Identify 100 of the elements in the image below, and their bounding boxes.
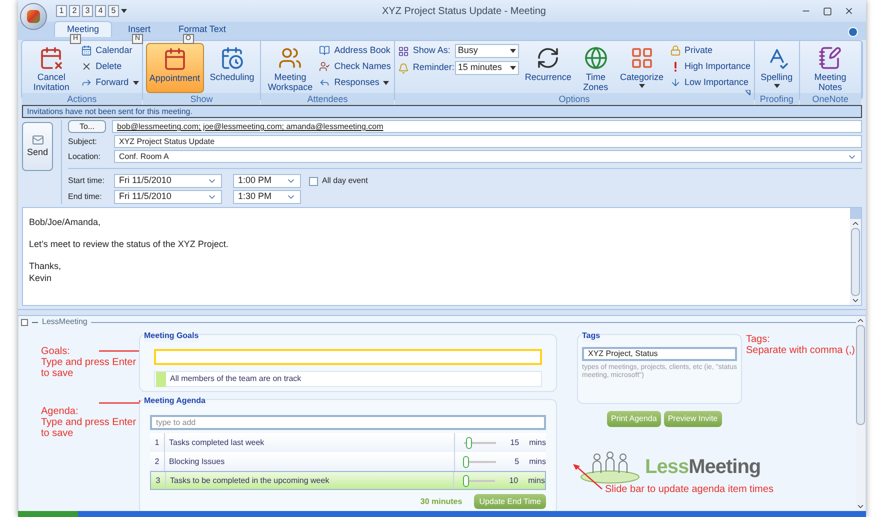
ribbon-button[interactable]: Meeting Workspace [264, 43, 316, 93]
agenda-row[interactable]: 1 Tasks completed last week 15 mins [150, 433, 546, 452]
ribbon-button[interactable]: Scheduling [206, 43, 258, 93]
quick-access-button[interactable]: 4 [95, 5, 106, 17]
info-bar: Invitations have not been sent for this meeting. [22, 105, 862, 118]
field-label: End time: [68, 191, 103, 203]
field-label: Start time: [68, 175, 106, 187]
ribbon-button[interactable]: Responses [319, 75, 391, 90]
tags-field[interactable]: XYZ Project, Status [582, 347, 737, 361]
ribbon-button[interactable]: Address Book [319, 43, 391, 58]
close-icon[interactable] [844, 6, 854, 16]
reply-icon [319, 77, 330, 88]
window-title: XYZ Project Status Update - Meeting [381, 4, 547, 18]
annotation-text: Type and press Enter to save [41, 357, 138, 379]
to-button[interactable]: To... [68, 120, 106, 133]
field-label: Subject: [68, 136, 98, 148]
calendar-x-icon [39, 46, 64, 70]
dropdown[interactable]: 1:00 PM [233, 174, 301, 188]
caret-icon [638, 84, 645, 88]
help-icon[interactable] [848, 27, 858, 37]
select-label: Show As: [412, 44, 451, 58]
select-label: Reminder: [412, 61, 451, 74]
group-label: Attendees [261, 93, 394, 105]
ribbon-button[interactable]: Cancel Invitation [25, 43, 78, 93]
restore-icon[interactable] [823, 6, 832, 16]
dropdown[interactable]: Busy [454, 44, 519, 58]
body-text: Thanks, [29, 260, 62, 272]
ribbon-button[interactable]: Private [670, 43, 751, 58]
bell-icon [398, 62, 409, 74]
caret-icon [121, 9, 127, 13]
checkbox-label: All day event [322, 175, 368, 187]
duration: 10 [508, 474, 518, 486]
lock-icon [670, 45, 681, 56]
calendar-icon [80, 45, 92, 56]
scrollbar[interactable] [850, 208, 861, 305]
group-label: Show [142, 93, 260, 105]
dropdown[interactable]: Fri 11/5/2010 [114, 174, 222, 188]
checkbox[interactable] [309, 176, 318, 186]
show-as-icon [398, 46, 409, 56]
goal-marker [156, 372, 166, 386]
ribbon-button[interactable]: Categorize [617, 43, 667, 93]
quick-access-button[interactable]: 3 [82, 5, 93, 17]
ribbon-button[interactable]: Forward [80, 75, 139, 90]
duration: 15 [509, 436, 520, 448]
duration-unit: mins [529, 456, 546, 468]
agenda-row[interactable]: 3 Tasks to be completed in the upcoming week 10 mins [150, 471, 546, 490]
duration-unit: mins [529, 436, 546, 448]
field-label: Location: [68, 150, 102, 162]
section-title: Meeting Agenda [144, 395, 206, 407]
caret-icon [510, 49, 516, 53]
goal-input[interactable] [154, 349, 542, 365]
annotation-title: Goals: [41, 346, 70, 357]
annotation-text: Slide bar to update agenda item times [605, 483, 774, 497]
scroll-up-icon[interactable] [856, 316, 865, 325]
caret-icon [774, 84, 780, 88]
pane-toggle-icon[interactable] [850, 208, 861, 219]
agenda-text: Tasks to be completed in the upcoming week [165, 472, 453, 489]
row-number: 2 [154, 456, 160, 468]
ribbon-button[interactable]: High Importance [670, 59, 751, 74]
ribbon-button[interactable]: Appointment [146, 43, 204, 93]
scroll-down-icon[interactable] [851, 296, 860, 305]
scrollbar[interactable] [856, 316, 865, 511]
book-icon [319, 45, 330, 56]
agenda-input[interactable]: type to add [150, 415, 546, 430]
ribbon-button[interactable]: Meeting Notes [802, 43, 858, 93]
people-icon [278, 46, 302, 70]
scroll-up-icon[interactable] [851, 219, 860, 228]
quick-access-button[interactable]: 5 [108, 5, 119, 17]
text-field[interactable]: XYZ Project Status Update [114, 135, 862, 148]
dropdown[interactable]: 1:30 PM [233, 190, 301, 204]
quick-access-button[interactable]: 1 [56, 5, 67, 17]
agenda-row[interactable]: 2 Blocking Issues 5 mins [150, 452, 546, 471]
body-text: Let’s meet to review the status of the XYZ Project. [29, 238, 230, 250]
person-check-icon [319, 61, 330, 72]
send-button[interactable]: Send [22, 122, 53, 171]
ribbon-button[interactable]: Spelling [758, 43, 796, 93]
section-header: LessMeeting [42, 316, 88, 328]
total-duration: 30 minutes [420, 496, 462, 508]
notebook-icon [818, 46, 842, 70]
x-icon [80, 61, 92, 72]
caret-icon [383, 80, 390, 84]
quick-access-button[interactable]: 2 [69, 5, 80, 17]
ribbon-button[interactable]: Delete [80, 59, 139, 74]
ribbon-button[interactable]: Check Names [319, 59, 391, 74]
collapse-icon[interactable] [21, 318, 28, 326]
dialog-launcher-icon[interactable] [744, 90, 751, 96]
caret-icon [510, 66, 516, 70]
ribbon-button[interactable]: Low Importance [670, 75, 751, 90]
text-field[interactable]: Conf. Room A [114, 150, 862, 163]
office-button[interactable] [20, 3, 47, 30]
dropdown[interactable]: 15 minutes [454, 61, 519, 75]
dropdown[interactable]: Fri 11/5/2010 [114, 190, 222, 204]
meeting-logo-icon [579, 449, 641, 485]
ribbon-button[interactable]: Recurrence [522, 43, 574, 93]
scroll-down-icon[interactable] [856, 502, 865, 511]
annotation-title: Agenda: [41, 406, 78, 417]
ribbon-button[interactable]: Calendar [80, 43, 139, 58]
to-field[interactable]: bob@lessmeeting.com; joe@lessmeeting.com; amanda@lessmeeting.com [112, 120, 862, 133]
ribbon-button[interactable]: Time Zones [577, 43, 614, 93]
logo-text: LessMeeting [645, 455, 761, 480]
